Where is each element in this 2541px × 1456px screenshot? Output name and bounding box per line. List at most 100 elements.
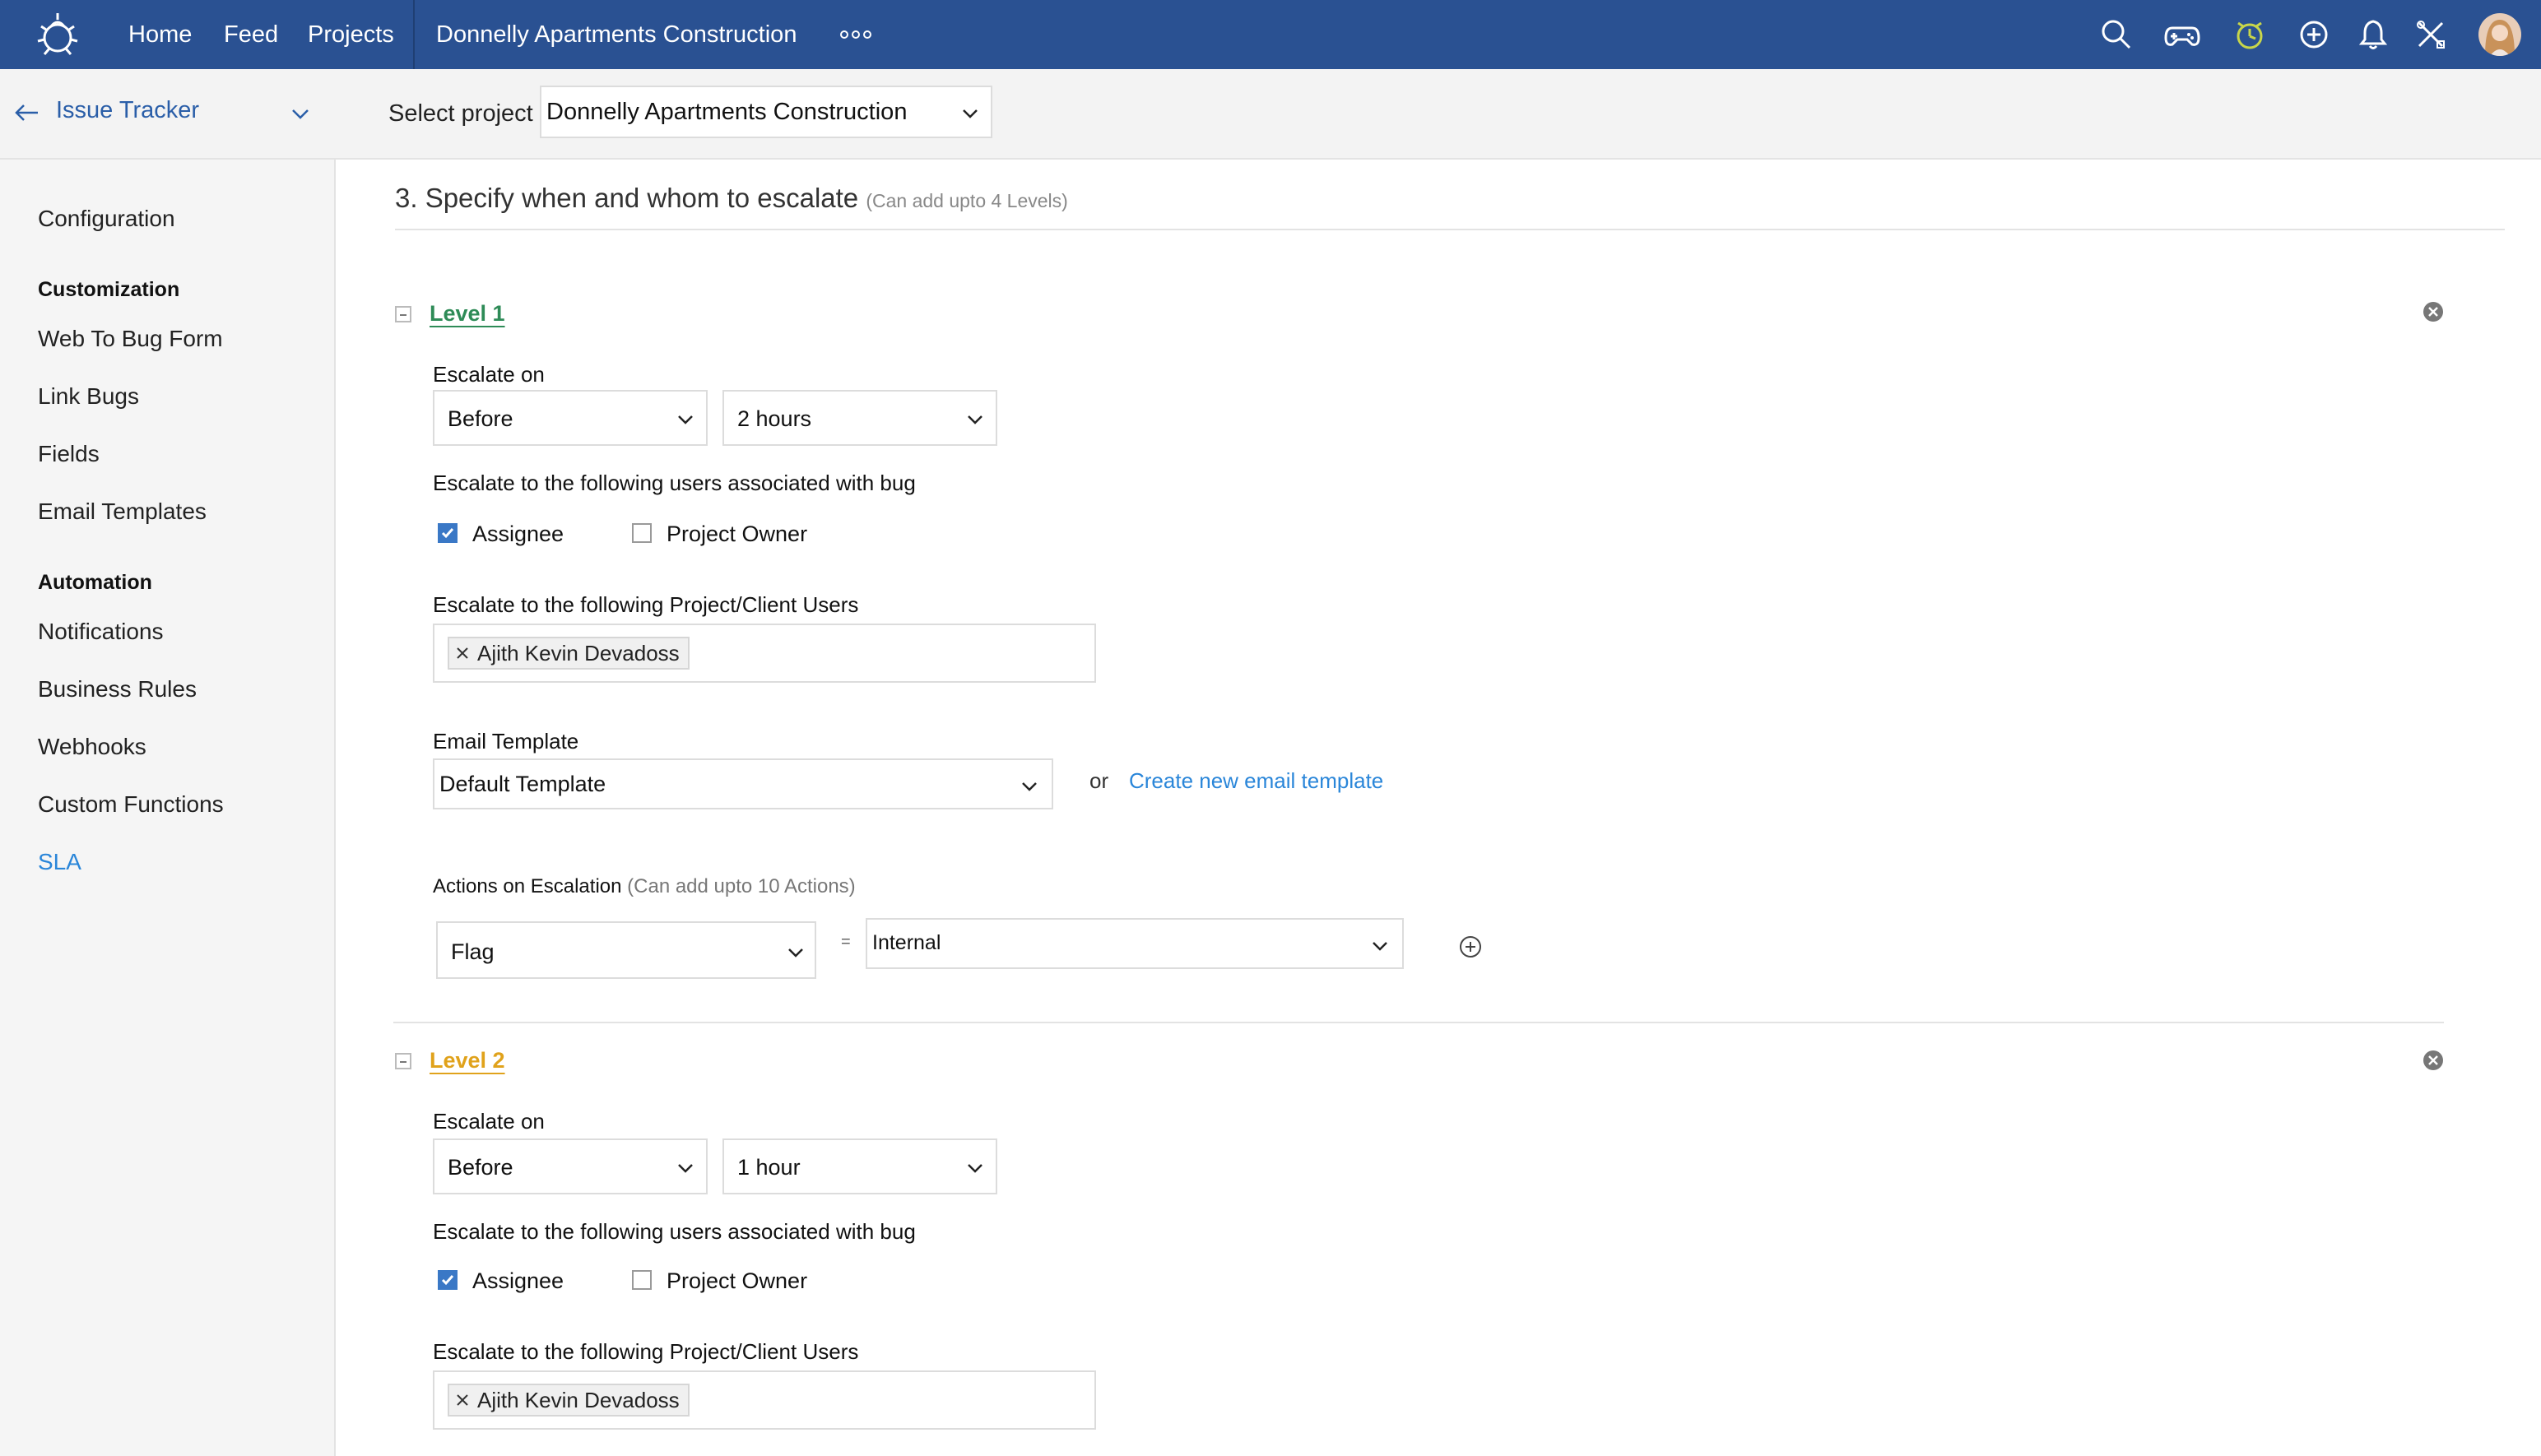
chevron-down-icon <box>1022 782 1037 791</box>
nav-feed-link[interactable]: Feed <box>224 18 278 51</box>
chevron-down-icon <box>968 415 982 424</box>
user-tag: Ajith Kevin Devadoss <box>448 637 690 670</box>
level-1-actions-label: Actions on Escalation <box>433 875 622 897</box>
level-2-collapse-toggle[interactable] <box>395 1053 411 1069</box>
chevron-down-icon <box>963 109 978 118</box>
sidebar-item-sla[interactable]: SLA <box>38 849 81 875</box>
level-1-action-value: Internal <box>872 931 941 954</box>
more-options-icon[interactable] <box>839 25 872 44</box>
project-title[interactable]: Donnelly Apartments Construction <box>436 18 797 51</box>
level-2-client-users-input[interactable]: Ajith Kevin Devadoss <box>433 1370 1096 1430</box>
sidebar-item-notifications[interactable]: Notifications <box>38 619 164 645</box>
level-1-collapse-toggle[interactable] <box>395 306 411 322</box>
sidebar-item-webhooks[interactable]: Webhooks <box>38 734 146 760</box>
level-2-project-owner-label[interactable]: Project Owner <box>667 1268 807 1294</box>
tools-icon[interactable] <box>2413 16 2449 53</box>
level-1-assignee-label[interactable]: Assignee <box>472 522 564 547</box>
level-2-title[interactable]: Level 2 <box>430 1048 505 1073</box>
select-project-label: Select project <box>388 100 533 127</box>
or-text: or <box>1089 768 1109 793</box>
sidebar-item-business-rules[interactable]: Business Rules <box>38 676 197 702</box>
chevron-down-icon <box>678 1164 693 1173</box>
user-tag-label: Ajith Kevin Devadoss <box>477 1388 680 1412</box>
section-title-text: 3. Specify when and whom to escalate <box>395 183 859 213</box>
add-action-icon[interactable] <box>1458 934 1483 959</box>
create-email-template-link[interactable]: Create new email template <box>1129 768 1383 794</box>
remove-level-1-icon[interactable] <box>2423 301 2444 322</box>
issue-tracker-switcher[interactable]: Issue Tracker <box>13 92 326 133</box>
level-2-project-owner-checkbox[interactable] <box>632 1270 652 1290</box>
sidebar-item-link-bugs[interactable]: Link Bugs <box>38 383 139 410</box>
chevron-down-icon <box>1373 942 1387 951</box>
level-1-assignee-checkbox[interactable] <box>438 523 458 543</box>
level-2-timing-select[interactable]: Before <box>433 1138 708 1194</box>
timer-icon[interactable] <box>2232 16 2268 53</box>
sidebar-item-configuration[interactable]: Configuration <box>38 206 175 232</box>
level-2-timing-value: Before <box>448 1155 513 1180</box>
level-2-escalate-on-label: Escalate on <box>433 1109 545 1134</box>
level-1-escalate-on-label: Escalate on <box>433 362 545 387</box>
nav-projects-link[interactable]: Projects <box>308 18 394 51</box>
issue-tracker-label[interactable]: Issue Tracker <box>56 97 199 124</box>
level-divider <box>393 1022 2444 1023</box>
level-1-email-template-value: Default Template <box>439 772 606 796</box>
sidebar: Configuration Customization Web To Bug F… <box>0 160 336 1456</box>
section-divider <box>395 229 2505 230</box>
equals-sign: = <box>841 933 851 951</box>
checkmark-icon <box>441 1275 454 1286</box>
level-1-project-owner-label[interactable]: Project Owner <box>667 522 807 547</box>
project-select-value: Donnelly Apartments Construction <box>546 99 908 125</box>
level-2-client-users-label: Escalate to the following Project/Client… <box>433 1339 859 1364</box>
level-1-timing-value: Before <box>448 406 513 431</box>
user-tag-label: Ajith Kevin Devadoss <box>477 641 680 665</box>
level-1-title[interactable]: Level 1 <box>430 301 505 327</box>
sidebar-item-web-to-bug-form[interactable]: Web To Bug Form <box>38 326 223 352</box>
add-icon[interactable] <box>2296 16 2332 53</box>
level-2-duration-value: 1 hour <box>737 1155 801 1180</box>
section-title: 3. Specify when and whom to escalate (Ca… <box>395 183 1068 214</box>
project-select[interactable]: Donnelly Apartments Construction <box>540 86 992 138</box>
chevron-down-icon <box>968 1164 982 1173</box>
level-2-users-label: Escalate to the following users associat… <box>433 1219 916 1244</box>
remove-tag-icon[interactable] <box>454 645 471 661</box>
section-title-note: (Can add upto 4 Levels) <box>866 190 1068 211</box>
sidebar-item-fields[interactable]: Fields <box>38 441 100 467</box>
level-1-email-template-label: Email Template <box>433 729 579 754</box>
level-2-duration-select[interactable]: 1 hour <box>722 1138 997 1194</box>
level-1-email-template-select[interactable]: Default Template <box>433 758 1053 809</box>
level-1-timing-select[interactable]: Before <box>433 390 708 446</box>
bell-icon[interactable] <box>2355 16 2391 53</box>
level-2-assignee-label[interactable]: Assignee <box>472 1268 564 1294</box>
level-1-client-users-label: Escalate to the following Project/Client… <box>433 592 859 617</box>
back-arrow-icon[interactable] <box>15 104 39 122</box>
top-bar: Home Feed Projects Donnelly Apartments C… <box>0 0 2541 69</box>
level-1-actions-label-row: Actions on Escalation (Can add upto 10 A… <box>433 875 856 898</box>
level-1-client-users-input[interactable]: Ajith Kevin Devadoss <box>433 624 1096 683</box>
nav-home-link[interactable]: Home <box>128 18 192 51</box>
gamepad-icon[interactable] <box>2164 16 2200 53</box>
level-1-actions-note: (Can add upto 10 Actions) <box>627 875 856 897</box>
user-tag: Ajith Kevin Devadoss <box>448 1384 690 1417</box>
level-1-action-field-value: Flag <box>451 939 495 964</box>
level-1-action-field-select[interactable]: Flag <box>436 921 816 979</box>
search-icon[interactable] <box>2098 16 2135 53</box>
level-1-users-label: Escalate to the following users associat… <box>433 471 916 495</box>
sidebar-heading-customization: Customization <box>38 278 180 301</box>
level-2-assignee-checkbox[interactable] <box>438 1270 458 1290</box>
remove-tag-icon[interactable] <box>454 1392 471 1408</box>
level-1-duration-select[interactable]: 2 hours <box>722 390 997 446</box>
app-logo-icon[interactable] <box>33 10 82 59</box>
level-1-duration-value: 2 hours <box>737 406 812 431</box>
remove-level-2-icon[interactable] <box>2423 1050 2444 1071</box>
sub-header <box>0 69 2541 160</box>
avatar[interactable] <box>2478 13 2521 56</box>
sidebar-item-email-templates[interactable]: Email Templates <box>38 498 207 525</box>
level-1-project-owner-checkbox[interactable] <box>632 523 652 543</box>
chevron-down-icon[interactable] <box>291 109 309 120</box>
checkmark-icon <box>441 528 454 539</box>
nav-divider <box>413 0 415 69</box>
sidebar-item-custom-functions[interactable]: Custom Functions <box>38 791 224 818</box>
sidebar-heading-automation: Automation <box>38 571 152 594</box>
chevron-down-icon <box>788 948 803 958</box>
level-1-action-value-select[interactable]: Internal <box>866 918 1404 969</box>
